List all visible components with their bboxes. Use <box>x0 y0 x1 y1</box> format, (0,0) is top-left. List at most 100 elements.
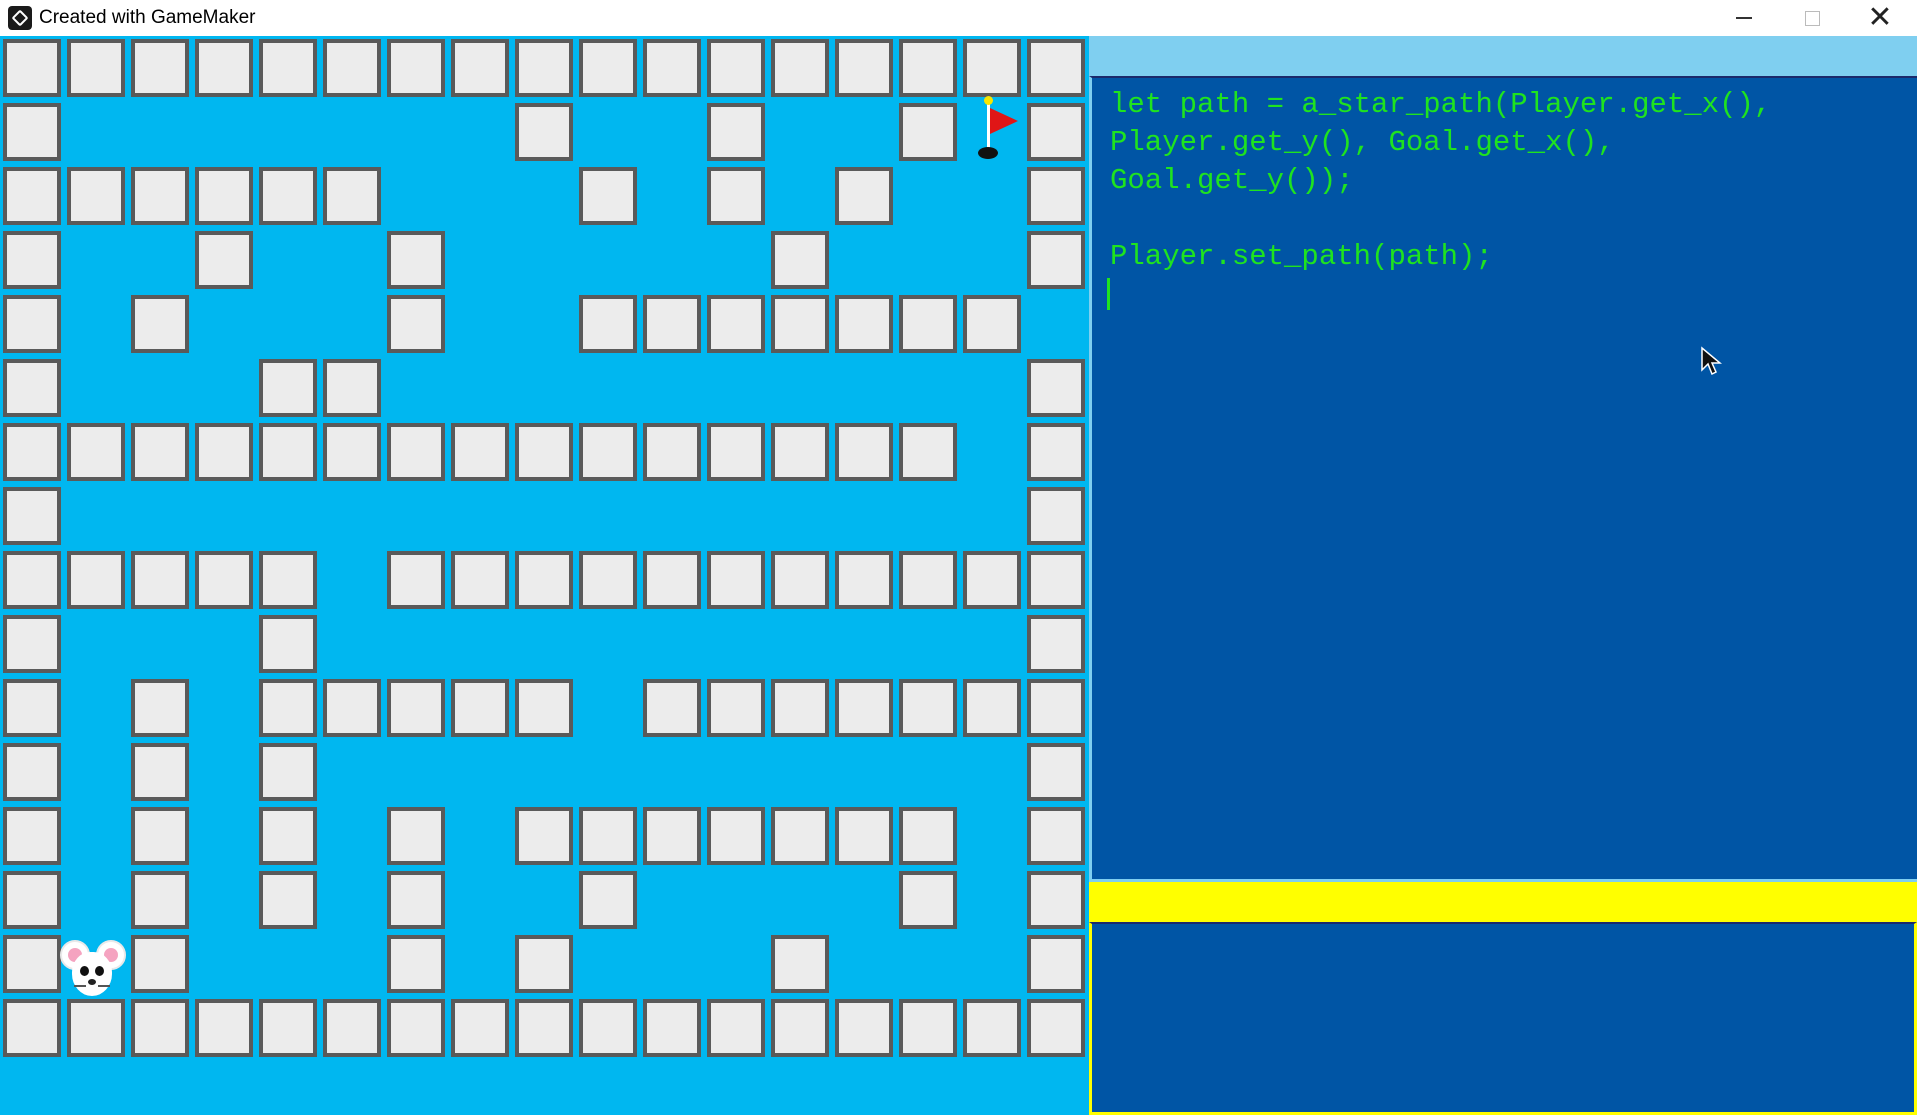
maze-wall <box>963 679 1021 737</box>
maze-wall <box>899 807 957 865</box>
maze-wall <box>707 999 765 1057</box>
maze-wall <box>259 615 317 673</box>
maze-wall <box>771 39 829 97</box>
maze-wall <box>515 935 573 993</box>
maze-wall <box>707 679 765 737</box>
run-bar[interactable] <box>1089 882 1917 922</box>
maze-wall <box>1027 423 1085 481</box>
mouse-pointer-icon <box>1701 346 1722 376</box>
maze-wall <box>3 167 61 225</box>
maze-wall <box>899 551 957 609</box>
maze-wall <box>259 39 317 97</box>
maze-wall <box>1027 871 1085 929</box>
maze-wall <box>3 551 61 609</box>
maze-wall <box>515 679 573 737</box>
minimize-icon <box>1736 17 1752 19</box>
maze-wall <box>3 39 61 97</box>
maximize-icon <box>1804 10 1820 26</box>
code-text[interactable]: let path = a_star_path(Player.get_x(), P… <box>1110 86 1771 276</box>
maze-wall <box>1027 999 1085 1057</box>
maze-wall <box>259 871 317 929</box>
close-icon: ✕ <box>1867 1 1893 34</box>
maze-wall <box>963 999 1021 1057</box>
maze-wall <box>835 999 893 1057</box>
maze-wall <box>259 679 317 737</box>
minimize-button[interactable] <box>1710 0 1778 36</box>
maze-wall <box>1027 551 1085 609</box>
maze-wall <box>3 103 61 161</box>
maze-wall <box>131 935 189 993</box>
maze-wall <box>643 999 701 1057</box>
maze-wall <box>899 103 957 161</box>
window-title: Created with GameMaker <box>39 7 256 28</box>
maze-wall <box>451 551 509 609</box>
maze-wall <box>579 295 637 353</box>
maze-wall <box>771 551 829 609</box>
maze-wall <box>387 295 445 353</box>
maze-wall <box>707 167 765 225</box>
maze-wall <box>1027 807 1085 865</box>
maze-wall <box>835 423 893 481</box>
maze-wall <box>3 871 61 929</box>
maze-wall <box>707 103 765 161</box>
maze-wall <box>899 295 957 353</box>
maze-wall <box>835 295 893 353</box>
maze-wall <box>707 39 765 97</box>
maze-wall <box>515 551 573 609</box>
maze-wall <box>387 679 445 737</box>
maze-wall <box>3 231 61 289</box>
maze-wall <box>963 295 1021 353</box>
maze-wall <box>707 551 765 609</box>
code-editor[interactable]: let path = a_star_path(Player.get_x(), P… <box>1089 76 1917 882</box>
maze-wall <box>579 807 637 865</box>
maze-wall <box>963 39 1021 97</box>
maze-wall <box>323 39 381 97</box>
maze-wall <box>3 487 61 545</box>
maze-wall <box>131 999 189 1057</box>
maze-wall <box>387 423 445 481</box>
maze-wall <box>771 807 829 865</box>
maze-wall <box>387 999 445 1057</box>
maze-wall <box>195 551 253 609</box>
maze-wall <box>259 551 317 609</box>
maze-wall <box>1027 39 1085 97</box>
maze-wall <box>259 359 317 417</box>
maze-wall <box>643 679 701 737</box>
maze-wall <box>3 999 61 1057</box>
maze-wall <box>643 423 701 481</box>
maze-wall <box>515 423 573 481</box>
maze-wall <box>323 679 381 737</box>
maze-wall <box>131 871 189 929</box>
maze-wall <box>1027 679 1085 737</box>
maze-wall <box>195 167 253 225</box>
maze-wall <box>1027 935 1085 993</box>
player-mouse-icon <box>60 940 126 998</box>
maze-wall <box>707 423 765 481</box>
gamemaker-app-icon <box>8 6 32 30</box>
maze-wall <box>899 39 957 97</box>
maze-wall <box>899 423 957 481</box>
maze-wall <box>259 807 317 865</box>
maze-wall <box>67 999 125 1057</box>
maze-wall <box>643 807 701 865</box>
maze-wall <box>643 551 701 609</box>
maze-wall <box>771 295 829 353</box>
maze-wall <box>131 551 189 609</box>
maze-wall <box>67 551 125 609</box>
maze-wall <box>835 39 893 97</box>
goal-flag-icon <box>978 96 1018 160</box>
editor-header-strip <box>1089 36 1917 76</box>
maze-wall <box>131 39 189 97</box>
maze-wall <box>579 39 637 97</box>
maze-board <box>0 36 1086 1062</box>
maze-wall <box>451 423 509 481</box>
maximize-button[interactable] <box>1778 0 1846 36</box>
maze-wall <box>131 295 189 353</box>
close-button[interactable]: ✕ <box>1846 0 1914 36</box>
text-caret <box>1107 278 1110 310</box>
maze-wall <box>579 423 637 481</box>
output-console <box>1089 922 1917 1115</box>
maze-wall <box>3 423 61 481</box>
maze-wall <box>515 103 573 161</box>
maze-wall <box>259 999 317 1057</box>
